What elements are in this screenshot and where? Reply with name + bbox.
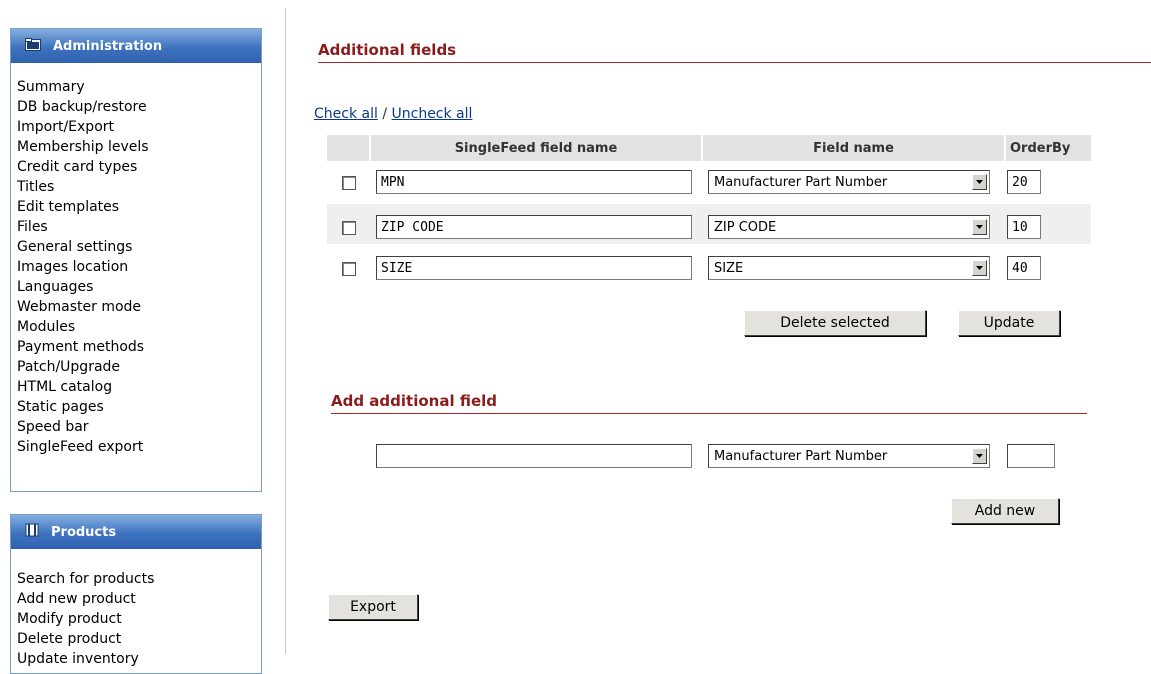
additional-fields-underline (318, 62, 1151, 63)
singlefeed-name-input[interactable] (376, 170, 692, 194)
dropdown-arrow-icon[interactable] (972, 448, 987, 464)
sidebar-item[interactable]: Summary (17, 77, 261, 97)
products-menu-title: Products (51, 524, 117, 540)
add-additional-field-underline (331, 413, 1087, 414)
sidebar-item[interactable]: Webmaster mode (17, 297, 261, 317)
administration-menu: Administration Summary DB backup/restore I… (10, 28, 262, 492)
add-new-button[interactable]: Add new (951, 498, 1059, 524)
sidebar-item[interactable]: HTML catalog (17, 377, 261, 397)
orderby-input[interactable] (1007, 215, 1041, 239)
sidebar-item[interactable]: Credit card types (17, 157, 261, 177)
sidebar-divider (285, 8, 286, 654)
new-field-name-select-value: Manufacturer Part Number (714, 448, 888, 464)
sidebar-item[interactable]: SingleFeed export (17, 437, 261, 457)
add-additional-field-title: Add additional field (331, 392, 497, 410)
sidebar-item[interactable]: General settings (17, 237, 261, 257)
export-button[interactable]: Export (328, 594, 418, 620)
sidebar-item[interactable]: Delete product (17, 629, 261, 649)
sidebar-item[interactable]: Search for products (17, 569, 261, 589)
sidebar-item[interactable]: Static pages (17, 397, 261, 417)
sidebar-item[interactable]: Files (17, 217, 261, 237)
table-header-orderby: OrderBy (1006, 135, 1091, 161)
sidebar-item[interactable]: Titles (17, 177, 261, 197)
sidebar-item[interactable]: Add new product (17, 589, 261, 609)
table-header-singlefeed-name: SingleFeed field name (371, 135, 701, 161)
field-name-select-value: Manufacturer Part Number (714, 174, 888, 190)
sidebar-item[interactable]: DB backup/restore (17, 97, 261, 117)
check-links-separator: / (382, 106, 388, 122)
field-name-select[interactable]: SIZE (708, 256, 990, 280)
orderby-input[interactable] (1007, 256, 1041, 280)
administration-menu-header: Administration (11, 29, 261, 63)
sidebar-item[interactable]: Payment methods (17, 337, 261, 357)
dropdown-arrow-icon[interactable] (972, 260, 987, 276)
products-menu-items: Search for products Add new product Modify… (11, 549, 261, 669)
sidebar-item[interactable]: Patch/Upgrade (17, 357, 261, 377)
new-singlefeed-name-input[interactable] (376, 444, 692, 468)
table-header-checkbox-col (327, 135, 369, 161)
delete-selected-button[interactable]: Delete selected (744, 310, 926, 336)
dropdown-arrow-icon[interactable] (972, 219, 987, 235)
sidebar-item[interactable]: Modules (17, 317, 261, 337)
products-menu-header: Products (11, 515, 261, 549)
sidebar-item[interactable]: Modify product (17, 609, 261, 629)
sidebar-item[interactable]: Membership levels (17, 137, 261, 157)
field-name-select-value: SIZE (714, 260, 744, 276)
sidebar-item[interactable]: Update inventory (17, 649, 261, 669)
check-links: Check all / Uncheck all (314, 106, 472, 122)
singlefeed-name-input[interactable] (376, 256, 692, 280)
administration-menu-title: Administration (53, 38, 163, 54)
products-menu: Products Search for products Add new prod… (10, 514, 262, 674)
row-select-checkbox[interactable] (342, 262, 356, 276)
sidebar-item[interactable]: Speed bar (17, 417, 261, 437)
check-all-link[interactable]: Check all (314, 106, 378, 122)
row-select-checkbox[interactable] (342, 176, 356, 190)
administration-menu-items: Summary DB backup/restore Import/Export Mem… (11, 63, 261, 457)
singlefeed-name-input[interactable] (376, 215, 692, 239)
uncheck-all-link[interactable]: Uncheck all (392, 106, 473, 122)
sidebar-item[interactable]: Languages (17, 277, 261, 297)
field-name-select-value: ZIP CODE (714, 219, 777, 235)
field-name-select[interactable]: ZIP CODE (708, 215, 990, 239)
new-orderby-input[interactable] (1007, 444, 1055, 468)
additional-fields-title: Additional fields (318, 41, 457, 59)
orderby-input[interactable] (1007, 170, 1041, 194)
folder-icon (25, 37, 41, 55)
row-select-checkbox[interactable] (342, 221, 356, 235)
new-field-name-select[interactable]: Manufacturer Part Number (708, 444, 990, 468)
sidebar-item[interactable]: Edit templates (17, 197, 261, 217)
field-name-select[interactable]: Manufacturer Part Number (708, 170, 990, 194)
update-button[interactable]: Update (958, 310, 1060, 336)
sidebar-item[interactable]: Import/Export (17, 117, 261, 137)
sidebar-item[interactable]: Images location (17, 257, 261, 277)
dropdown-arrow-icon[interactable] (972, 174, 987, 190)
book-icon (25, 523, 39, 541)
table-header-field-name: Field name (703, 135, 1004, 161)
